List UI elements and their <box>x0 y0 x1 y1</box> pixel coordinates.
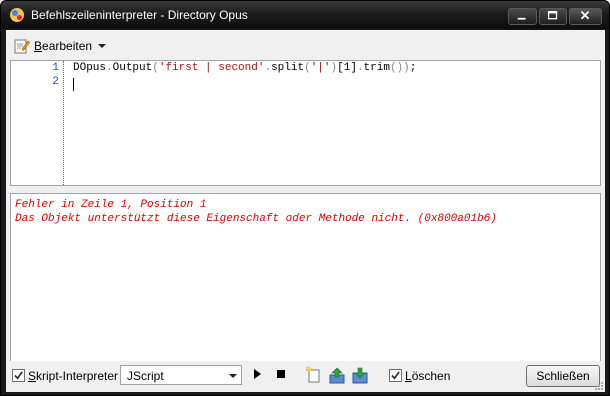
title-bar: Befehlszeileninterpreter - Directory Opu… <box>1 1 609 29</box>
code-token: ( <box>152 62 159 74</box>
line-number: 1 <box>52 62 59 74</box>
checkmark-icon <box>14 371 23 380</box>
language-value: JScript <box>127 369 164 383</box>
code-token: . <box>356 62 364 74</box>
maximize-icon <box>547 10 558 20</box>
status-bar: Skript-Interpreter JScript Löschen Schli… <box>6 361 605 392</box>
script-interpreter-checkbox[interactable] <box>12 369 25 382</box>
code-line: DOpus.Output('first | second'.split('|')… <box>73 62 416 74</box>
code-token: . <box>106 62 113 74</box>
code-token: 'first | second' <box>158 62 265 74</box>
close-window-button[interactable] <box>569 8 602 25</box>
clear-checkbox[interactable] <box>389 369 402 382</box>
window-title: Befehlszeileninterpreter - Directory Opu… <box>31 8 248 22</box>
code-token: trim <box>363 62 390 74</box>
error-message: Das Objekt unterstützt diese Eigenschaft… <box>15 213 497 225</box>
line-number: 2 <box>52 76 59 88</box>
resize-grip-icon[interactable] <box>594 381 604 391</box>
fold-margin <box>63 61 70 185</box>
code-token: ; <box>409 62 417 74</box>
minimize-icon <box>517 17 526 20</box>
checkmark-icon <box>391 371 400 380</box>
script-interpreter-label: Skript-Interpreter <box>28 369 119 383</box>
code-token: Output <box>112 62 153 74</box>
toolbar: Bearbeiten <box>6 30 605 60</box>
chevron-down-icon <box>98 44 107 48</box>
maximize-button[interactable] <box>539 8 567 25</box>
close-button[interactable]: Schließen <box>526 365 600 387</box>
language-select[interactable]: JScript <box>120 365 242 385</box>
script-editor[interactable]: 1 2 DOpus.Output('first | second'.split(… <box>10 60 601 186</box>
edit-menu-label: Bearbeiten <box>34 39 93 53</box>
error-message: Fehler in Zeile 1, Position 1 <box>15 199 207 211</box>
code-token: [1] <box>337 62 357 74</box>
clear-label: Löschen <box>405 369 451 383</box>
save-script-icon[interactable] <box>351 366 369 384</box>
code-token: DOpus <box>73 62 107 74</box>
code-token: ) <box>403 62 410 74</box>
client-area: Bearbeiten 1 2 DOpus.Output('first | sec… <box>6 30 605 392</box>
minimize-button[interactable] <box>508 8 537 25</box>
edit-icon <box>14 39 30 54</box>
directory-opus-icon <box>10 8 24 22</box>
open-script-icon[interactable] <box>328 366 346 384</box>
close-icon <box>580 11 590 20</box>
code-token: () <box>389 62 404 74</box>
stop-icon[interactable] <box>277 370 285 378</box>
text-caret <box>73 78 74 91</box>
edit-menu-button[interactable]: Bearbeiten <box>14 36 107 56</box>
output-console[interactable]: Fehler in Zeile 1, Position 1 Das Objekt… <box>10 193 601 385</box>
code-token: '|' <box>310 62 331 74</box>
run-icon[interactable] <box>254 369 261 379</box>
code-token: ( <box>304 62 311 74</box>
chevron-down-icon <box>229 374 237 378</box>
line-number-gutter: 1 2 <box>11 61 59 185</box>
new-script-icon[interactable] <box>305 366 323 384</box>
code-token: split <box>271 62 305 74</box>
window: Befehlszeileninterpreter - Directory Opu… <box>0 0 610 396</box>
